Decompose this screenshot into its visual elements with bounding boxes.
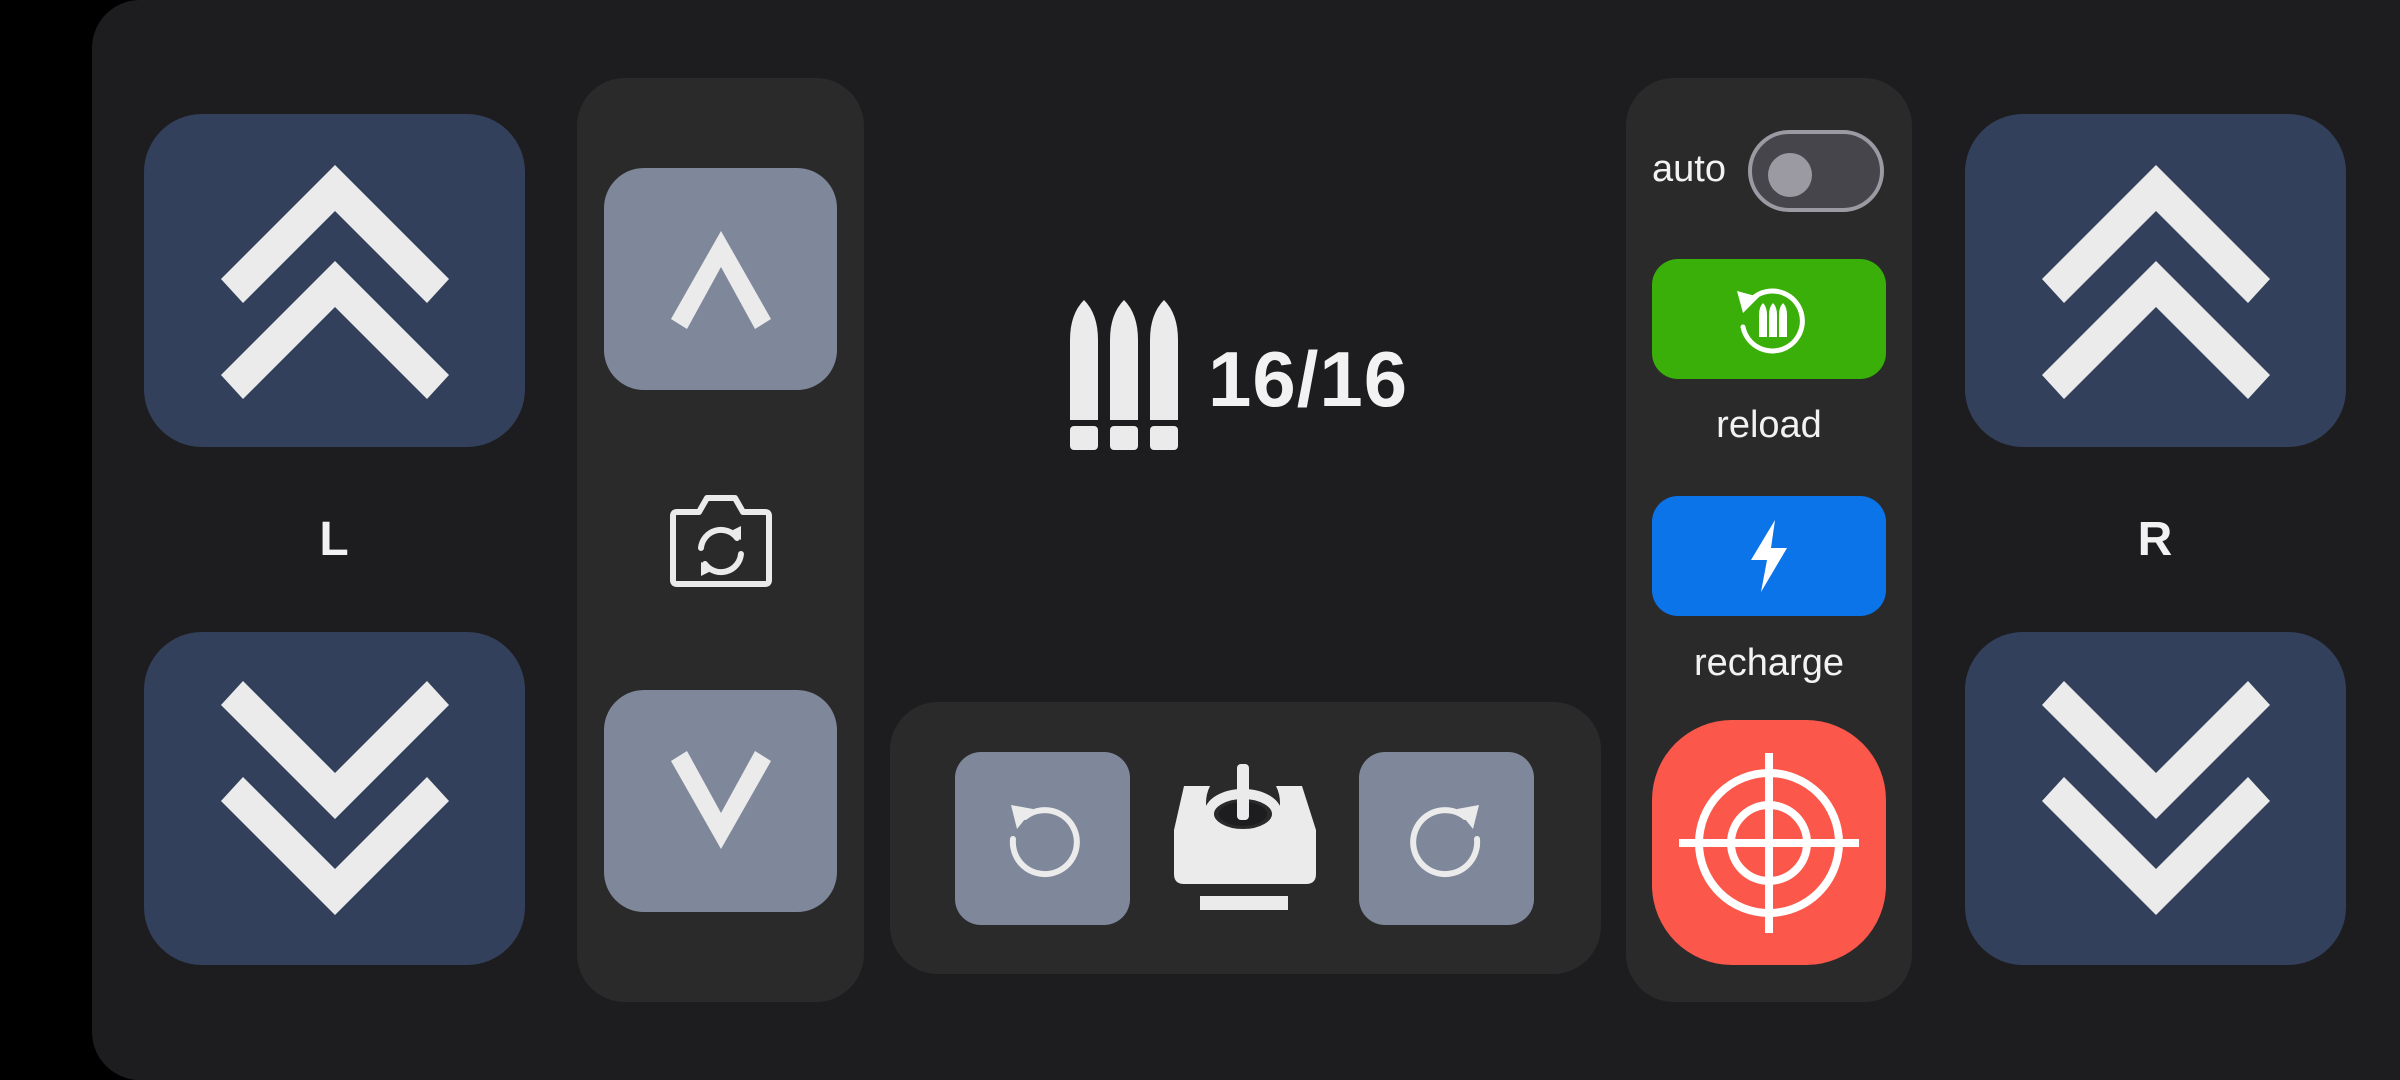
camera-switch-icon [670,495,772,587]
left-track-label: L [319,513,349,566]
rotate-cw-icon [1409,804,1480,877]
reload-button[interactable] [1652,259,1886,379]
chevron-down-icon [670,751,771,849]
recharge-button[interactable] [1652,496,1886,616]
camera-switch-button[interactable] [660,488,782,592]
right-track-label: R [2137,513,2173,566]
auto-label: auto [1652,148,1726,190]
bullets-icon [1070,300,1178,450]
double-chevron-down-icon [2041,680,2270,915]
turret-rotate-left-button[interactable] [955,752,1130,925]
lightning-icon [1751,520,1787,592]
left-track-forward-button[interactable] [144,114,525,447]
ammo-indicator: 16/16 [1066,298,1426,454]
left-track-backward-button[interactable] [144,632,525,965]
right-track-forward-button[interactable] [1965,114,2346,447]
double-chevron-down-icon [220,680,449,915]
double-chevron-up-icon [220,164,449,399]
rotate-ccw-icon [1009,804,1080,877]
auto-toggle-knob [1768,153,1812,197]
right-track-backward-button[interactable] [1965,632,2346,965]
recharge-label: recharge [1694,642,1844,684]
turret-rotate-right-button[interactable] [1359,752,1534,925]
camera-down-button[interactable] [604,690,837,912]
reload-label: reload [1716,404,1822,446]
fire-button[interactable] [1652,720,1886,965]
ammo-count: 16/16 [1208,335,1409,423]
auto-toggle[interactable] [1748,130,1884,212]
chevron-up-icon [670,231,771,329]
crosshair-icon [1679,752,1859,933]
camera-up-button[interactable] [604,168,837,390]
double-chevron-up-icon [2041,164,2270,399]
reload-bullets-icon [1737,288,1805,354]
turret-center-button[interactable] [1165,760,1325,916]
turret-icon [1174,764,1316,910]
